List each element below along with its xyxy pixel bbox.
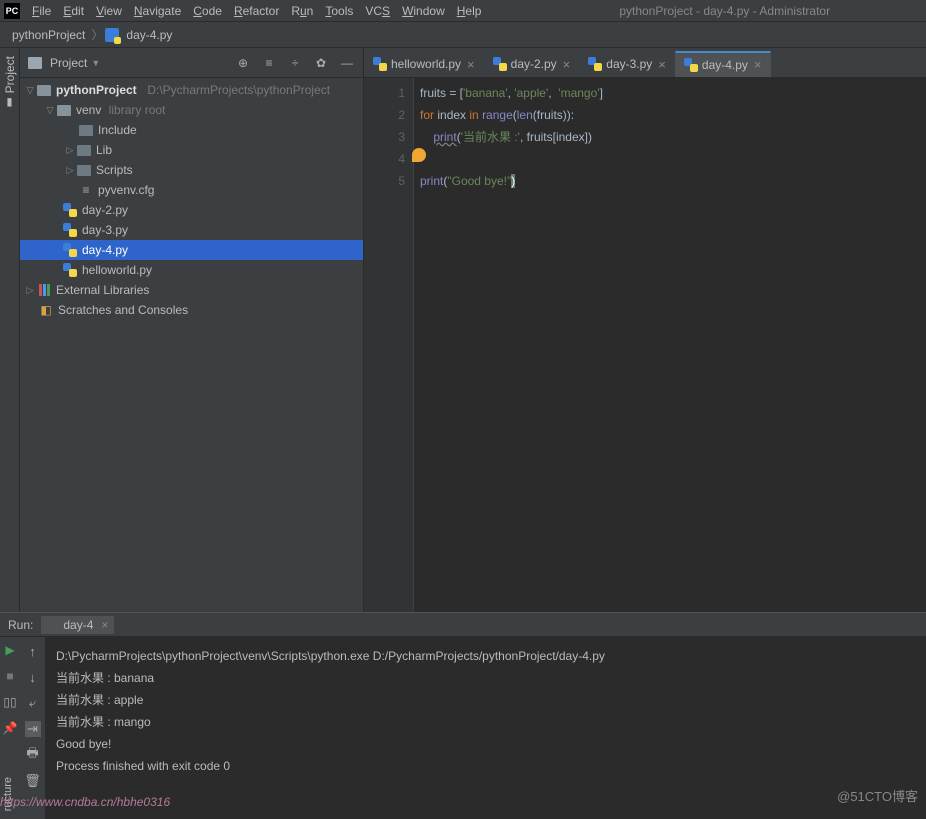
wrap-icon[interactable]: ⤶ xyxy=(25,695,41,711)
python-icon xyxy=(588,57,602,71)
python-icon xyxy=(373,57,387,71)
tree-scripts[interactable]: ▷Scripts xyxy=(20,160,363,180)
console-output[interactable]: D:\PycharmProjects\pythonProject\venv\Sc… xyxy=(46,637,926,819)
intention-bulb-icon[interactable] xyxy=(412,148,426,162)
stop-icon[interactable]: ■ xyxy=(3,669,17,683)
trash-icon[interactable]: 🗑 xyxy=(25,773,41,789)
menu-vcs[interactable]: VCS xyxy=(359,2,396,20)
tab-day2[interactable]: day-2.py× xyxy=(484,51,580,77)
tab-helloworld[interactable]: helloworld.py× xyxy=(364,51,484,77)
tree-venv[interactable]: ▽venv library root xyxy=(20,100,363,120)
python-file-icon xyxy=(105,28,119,42)
tree-ext-lib[interactable]: ▷External Libraries xyxy=(20,280,363,300)
rerun-icon[interactable]: ▶ xyxy=(3,643,17,657)
expand-icon[interactable]: ≡ xyxy=(261,55,277,71)
menu-file[interactable]: File xyxy=(26,2,57,20)
tree-root[interactable]: ▽pythonProject D:\PycharmProjects\python… xyxy=(20,80,363,100)
menu-run[interactable]: Run xyxy=(285,2,319,20)
tree-file-day2[interactable]: day-2.py xyxy=(20,200,363,220)
menu-bar: PC File Edit View Navigate Code Refactor… xyxy=(0,0,926,22)
locate-icon[interactable]: ⊕ xyxy=(235,55,251,71)
tree-file-hello[interactable]: helloworld.py xyxy=(20,260,363,280)
project-tool-button[interactable]: ▮ Project xyxy=(3,48,17,117)
project-panel-header: Project ▼ ⊕ ≡ ÷ ✿ — xyxy=(20,48,363,78)
editor-area: helloworld.py× day-2.py× day-3.py× day-4… xyxy=(364,48,926,612)
tree-include[interactable]: Include xyxy=(20,120,363,140)
project-icon xyxy=(28,57,42,69)
tab-day4[interactable]: day-4.py× xyxy=(675,51,771,77)
menu-edit[interactable]: Edit xyxy=(57,2,90,20)
run-header: Run: day-4× xyxy=(0,613,926,637)
window-title: pythonProject - day-4.py - Administrator xyxy=(579,4,830,18)
python-icon xyxy=(47,619,59,631)
python-icon xyxy=(684,58,698,72)
menu-view[interactable]: View xyxy=(90,2,128,20)
line-gutter: 12345 xyxy=(364,78,414,612)
code-content[interactable]: fruits = ['banana', 'apple', 'mango'] fo… xyxy=(414,78,926,612)
tree-file-day3[interactable]: day-3.py xyxy=(20,220,363,240)
menu-navigate[interactable]: Navigate xyxy=(128,2,187,20)
collapse-icon[interactable]: ÷ xyxy=(287,55,303,71)
down-icon[interactable]: ↓ xyxy=(25,669,41,685)
close-icon[interactable]: × xyxy=(563,57,571,72)
tree-scratches[interactable]: ◧Scratches and Consoles xyxy=(20,300,363,320)
breadcrumb-file[interactable]: day-4.py xyxy=(122,28,176,42)
run-label: Run: xyxy=(8,618,33,632)
menu-help[interactable]: Help xyxy=(451,2,488,20)
breadcrumb-sep: 〉 xyxy=(89,26,105,43)
dropdown-icon[interactable]: ▼ xyxy=(91,58,100,68)
menu-tools[interactable]: Tools xyxy=(319,2,359,20)
breadcrumb-root[interactable]: pythonProject xyxy=(8,28,89,42)
menu-refactor[interactable]: Refactor xyxy=(228,2,285,20)
run-tab[interactable]: day-4× xyxy=(41,616,114,634)
up-icon[interactable]: ↑ xyxy=(25,643,41,659)
project-tree: ▽pythonProject D:\PycharmProjects\python… xyxy=(20,78,363,612)
tree-file-day4[interactable]: day-4.py xyxy=(20,240,363,260)
pin-icon[interactable]: 📌 xyxy=(3,721,17,735)
settings-icon[interactable]: ✿ xyxy=(313,55,329,71)
tree-lib[interactable]: ▷Lib xyxy=(20,140,363,160)
close-icon[interactable]: × xyxy=(467,57,475,72)
panel-title[interactable]: Project xyxy=(50,56,87,70)
watermark: https://www.cndba.cn/hbhe0316 xyxy=(0,795,170,809)
editor-tabs: helloworld.py× day-2.py× day-3.py× day-4… xyxy=(364,48,926,78)
structure-tool-button[interactable]: ructure xyxy=(0,769,16,819)
tree-pyvenv[interactable]: ≡pyvenv.cfg xyxy=(20,180,363,200)
close-icon[interactable]: × xyxy=(658,57,666,72)
hide-icon[interactable]: — xyxy=(339,55,355,71)
footer-credit: @51CTO博客 xyxy=(837,786,918,805)
app-logo: PC xyxy=(4,3,20,19)
scroll-icon[interactable]: ⇥ xyxy=(25,721,41,737)
print-icon[interactable]: 🖶 xyxy=(25,747,41,763)
close-icon[interactable]: × xyxy=(754,57,762,72)
python-icon xyxy=(493,57,507,71)
close-icon[interactable]: × xyxy=(101,618,108,632)
menu-window[interactable]: Window xyxy=(396,2,451,20)
run-panel: Run: day-4× ▶ ■ ▯▯ 📌 ↑ ↓ ⤶ ⇥ 🖶 🗑 D:\Pych… xyxy=(0,612,926,819)
tab-day3[interactable]: day-3.py× xyxy=(579,51,675,77)
project-panel: Project ▼ ⊕ ≡ ÷ ✿ — ▽pythonProject D:\Py… xyxy=(20,48,364,612)
left-strip-bottom: ructure xyxy=(0,769,20,819)
menu-code[interactable]: Code xyxy=(187,2,228,20)
left-tool-strip: ▮ Project xyxy=(0,48,20,612)
code-editor[interactable]: 12345 fruits = ['banana', 'apple', 'mang… xyxy=(364,78,926,612)
breadcrumb-bar: pythonProject 〉 day-4.py xyxy=(0,22,926,48)
layout-icon[interactable]: ▯▯ xyxy=(3,695,17,709)
run-toolbar-2: ↑ ↓ ⤶ ⇥ 🖶 🗑 xyxy=(20,637,46,819)
